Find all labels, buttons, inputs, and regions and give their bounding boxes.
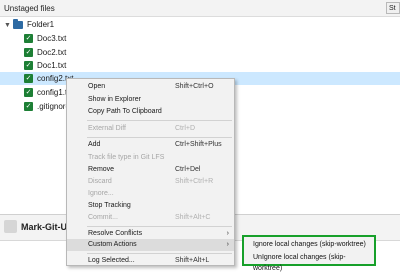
menu-item-external-diff[interactable]: External Diff Ctrl+D (67, 123, 234, 135)
checkbox-checked-icon[interactable]: ✓ (24, 74, 33, 84)
folder-label: Folder1 (27, 20, 55, 29)
stage-button[interactable]: St (386, 2, 400, 14)
context-menu: Open Shift+Ctrl+O Show in Explorer Copy P… (66, 78, 235, 266)
submenu-item-ignore-local-changes[interactable]: Ignore local changes (skip-worktree) (253, 239, 366, 250)
menu-separator (87, 253, 232, 254)
checkbox-checked-icon[interactable]: ✓ (24, 88, 33, 98)
file-row[interactable]: ✓ Doc3.txt (24, 32, 66, 45)
chevron-down-icon[interactable]: ▼ (4, 22, 11, 29)
commit-author-label: Mark-Git-U (21, 222, 68, 232)
chevron-right-icon: › (226, 241, 229, 248)
menu-item-ignore[interactable]: Ignore... (67, 188, 234, 200)
menu-item-log-selected[interactable]: Log Selected... Shift+Alt+L (67, 255, 234, 267)
menu-item-stop-tracking[interactable]: Stop Tracking (67, 200, 234, 212)
folder-icon (13, 18, 23, 29)
checkbox-checked-icon[interactable]: ✓ (24, 48, 33, 58)
avatar (4, 220, 17, 233)
menu-separator (87, 120, 232, 121)
file-name: Doc1.txt (37, 61, 67, 70)
menu-separator (87, 226, 232, 227)
file-name: .gitignore (37, 102, 70, 111)
checkbox-checked-icon[interactable]: ✓ (24, 102, 33, 112)
menu-item-custom-actions[interactable]: Custom Actions › (67, 239, 234, 251)
file-row[interactable]: ✓ Doc1.txt (24, 59, 66, 72)
unstaged-files-title: Unstaged files (4, 4, 55, 13)
menu-item-remove[interactable]: Remove Ctrl+Del (67, 164, 234, 176)
menu-item-track-lfs[interactable]: Track file type in Git LFS (67, 152, 234, 164)
checkbox-checked-icon[interactable]: ✓ (24, 34, 33, 44)
menu-item-open[interactable]: Open Shift+Ctrl+O (67, 81, 234, 93)
file-row[interactable]: ✓ .gitignore (24, 100, 70, 113)
menu-item-add[interactable]: Add Ctrl+Shift+Plus (67, 139, 234, 151)
menu-item-commit[interactable]: Commit... Shift+Alt+C (67, 212, 234, 224)
menu-separator (87, 137, 232, 138)
menu-item-show-in-explorer[interactable]: Show in Explorer (67, 94, 234, 106)
file-name: Doc2.txt (37, 48, 67, 57)
file-name: Doc3.txt (37, 34, 67, 43)
folder-row[interactable]: Folder1 (13, 18, 54, 31)
unstaged-files-header: Unstaged files St (0, 0, 400, 17)
file-row[interactable]: ✓ Doc2.txt (24, 46, 66, 59)
submenu-item-unignore-local-changes[interactable]: UnIgnore local changes (skip-worktree) (253, 252, 374, 274)
menu-item-discard[interactable]: Discard Shift+Ctrl+R (67, 176, 234, 188)
menu-item-copy-path[interactable]: Copy Path To Clipboard (67, 106, 234, 118)
custom-actions-submenu: Ignore local changes (skip-worktree) UnI… (242, 235, 376, 272)
checkbox-checked-icon[interactable]: ✓ (24, 61, 33, 71)
